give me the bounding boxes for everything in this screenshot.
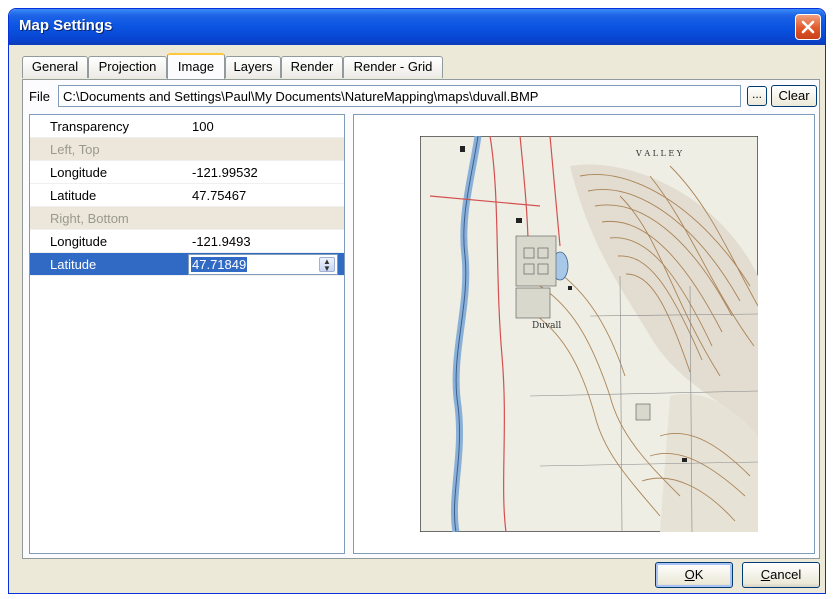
property-name: Latitude [50, 188, 97, 203]
clear-button[interactable]: Clear [771, 85, 817, 107]
property-row-transparency[interactable]: Transparency 100 [30, 115, 344, 138]
browse-button[interactable]: ... [747, 86, 767, 106]
category-label: Left, Top [50, 142, 100, 157]
ok-button[interactable]: OK [655, 562, 733, 588]
property-row-right-longitude[interactable]: Longitude -121.9493 [30, 230, 344, 253]
latitude-edit-field[interactable]: 47.71849 ▲ ▼ [188, 254, 338, 275]
file-label: File [29, 89, 50, 104]
property-name: Longitude [50, 165, 108, 180]
property-row-top-latitude[interactable]: Latitude 47.75467 [30, 184, 344, 207]
cancel-access-key: C [760, 567, 771, 582]
tab-render[interactable]: Render [281, 56, 343, 78]
topographic-map-image: V A L L E Y Duvall [420, 136, 758, 532]
map-settings-dialog: Map Settings General Projection Image La… [8, 8, 826, 594]
tab-render-grid[interactable]: Render - Grid [343, 56, 443, 78]
property-row-left-longitude[interactable]: Longitude -121.99532 [30, 161, 344, 184]
latitude-edit-value[interactable]: 47.71849 [191, 257, 248, 272]
property-value: 47.75467 [192, 188, 247, 203]
property-grid: Transparency 100 Left, Top Longitude -12… [29, 114, 345, 554]
tab-general[interactable]: General [22, 56, 88, 78]
property-name: Latitude [50, 257, 97, 272]
title-bar[interactable]: Map Settings [9, 9, 825, 45]
property-row-bottom-latitude[interactable]: Latitude 47.71849 ▲ ▼ [30, 253, 344, 276]
cancel-label: ancel [770, 567, 802, 582]
tab-layers[interactable]: Layers [225, 56, 281, 78]
tab-projection[interactable]: Projection [88, 56, 167, 78]
window-title: Map Settings [19, 17, 113, 34]
category-right-bottom[interactable]: Right, Bottom [30, 207, 344, 230]
category-left-top[interactable]: Left, Top [30, 138, 344, 161]
ok-access-key: O [684, 567, 695, 582]
property-value: 100 [192, 119, 214, 134]
property-value: -121.99532 [192, 165, 258, 180]
map-label-town: Duvall [532, 321, 561, 331]
map-label-valley: V A L L E Y [635, 149, 683, 158]
ok-label: K [694, 567, 704, 582]
tab-image[interactable]: Image [167, 53, 225, 79]
close-x-icon [801, 20, 815, 34]
spin-updown-icon[interactable]: ▲ ▼ [319, 257, 335, 273]
image-tab-page: File ... Clear Transparency 100 Left, To… [22, 79, 820, 559]
file-row: File ... Clear [23, 80, 819, 112]
close-button[interactable] [795, 14, 821, 40]
category-label: Right, Bottom [50, 211, 129, 226]
image-preview-panel: V A L L E Y Duvall [353, 114, 815, 554]
property-name: Transparency [50, 119, 129, 134]
property-value: -121.9493 [192, 234, 251, 249]
property-name: Longitude [50, 234, 108, 249]
file-path-field[interactable] [58, 85, 741, 107]
cancel-button[interactable]: Cancel [742, 562, 820, 588]
